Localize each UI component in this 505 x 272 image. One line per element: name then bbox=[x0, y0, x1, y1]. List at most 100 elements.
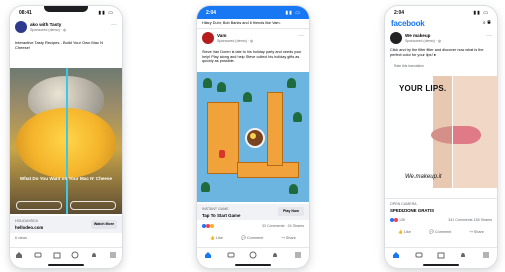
sponsored-label: Sponsored (demo) · ◍ bbox=[217, 39, 254, 43]
facebook-logo[interactable]: facebook bbox=[391, 19, 425, 28]
video-overlay-text: What Do You Want on Your Mac N' Cheese bbox=[19, 176, 113, 181]
post-caption: Click and try the filter filter and disc… bbox=[390, 48, 484, 57]
tree bbox=[203, 78, 212, 88]
cta-bar[interactable]: HOLIDAYBOX hellodeo.com Watch More bbox=[10, 216, 122, 233]
search-icon[interactable]: ⌕ bbox=[483, 20, 486, 26]
phone-vans-ad: 2:04 ▮▮ ▭ Hilary Duhr, Bob Banks and 6 f… bbox=[197, 6, 309, 268]
watch-more-button[interactable]: Watch More bbox=[91, 220, 117, 229]
views-count: 6 views bbox=[15, 236, 27, 240]
groups-icon[interactable] bbox=[71, 251, 79, 259]
more-options-icon[interactable]: ··· bbox=[486, 33, 492, 39]
video-icon[interactable] bbox=[227, 251, 235, 259]
home-indicator bbox=[235, 264, 271, 266]
more-options-icon[interactable]: ··· bbox=[111, 22, 117, 28]
social-context-text: Hilary Duhr, Bob Banks and 6 friends lik… bbox=[202, 21, 281, 25]
home-indicator bbox=[423, 264, 459, 266]
cta-site: HOLIDAYBOX bbox=[15, 219, 39, 223]
share-icon: ↪ bbox=[469, 230, 473, 234]
like-button[interactable]: 👍 Like bbox=[398, 229, 411, 237]
lips-right bbox=[453, 126, 481, 144]
comments-shares[interactable]: 33 Comments · 24 Shares bbox=[262, 224, 304, 228]
phone-tasty-ad: 08:41 ▮▮ ▭ ako with Tasty Sponsored (dem… bbox=[10, 6, 122, 268]
comment-button[interactable]: 💬 Comment bbox=[429, 229, 451, 237]
avatar[interactable] bbox=[390, 32, 402, 44]
comments-shares[interactable]: 341 Comments 155 Shares bbox=[448, 218, 492, 222]
status-bar: 08:41 ▮▮ ▭ bbox=[10, 6, 122, 18]
video-icon[interactable] bbox=[34, 251, 42, 259]
option-right-button[interactable] bbox=[70, 201, 116, 210]
tree bbox=[201, 182, 210, 192]
tree bbox=[289, 184, 298, 194]
home-icon[interactable] bbox=[204, 251, 212, 259]
post-header: Vam Sponsored (demo) · ◍ ··· bbox=[202, 32, 304, 48]
globe-icon: ◍ bbox=[437, 39, 442, 43]
sponsored-label: Sponsored (demo) · ◍ bbox=[30, 28, 67, 32]
cta-bar[interactable]: OPEN CAMERA SPEDIZIONE GRATIS bbox=[385, 198, 497, 215]
page-name[interactable]: Vam bbox=[217, 33, 226, 38]
avatar[interactable] bbox=[15, 21, 27, 33]
marketplace-icon[interactable] bbox=[437, 251, 445, 259]
rate-translation-link[interactable]: Rate this translation bbox=[394, 64, 424, 68]
play-now-button[interactable]: Play Now bbox=[278, 207, 304, 216]
messenger-icon[interactable]: ◉ bbox=[487, 20, 491, 26]
comment-button[interactable]: 💬 Comment bbox=[241, 235, 263, 243]
cta-title: hellodeo.com bbox=[15, 225, 44, 230]
split-divider bbox=[452, 76, 453, 188]
signal-battery-icon: ▮▮ ▭ bbox=[473, 10, 489, 16]
video-icon[interactable] bbox=[415, 251, 423, 259]
tree bbox=[243, 92, 252, 102]
bottom-nav bbox=[10, 247, 122, 262]
phone-notch bbox=[44, 6, 88, 12]
share-button[interactable]: ↪ Share bbox=[470, 229, 484, 237]
bell-icon[interactable] bbox=[459, 251, 467, 259]
tree bbox=[293, 112, 302, 122]
bell-icon[interactable] bbox=[271, 251, 279, 259]
engagement-stats: 33 Comments · 24 Shares bbox=[202, 224, 304, 230]
ad-headline: YOUR LIPS. bbox=[399, 84, 447, 93]
groups-icon[interactable] bbox=[249, 251, 257, 259]
player-character bbox=[219, 150, 225, 158]
cta-site: OPEN CAMERA bbox=[390, 202, 417, 206]
menu-icon[interactable] bbox=[294, 251, 302, 259]
option-buttons bbox=[14, 201, 118, 210]
status-time: 2:04 bbox=[394, 10, 405, 16]
bottom-nav bbox=[197, 247, 309, 262]
more-options-icon[interactable]: ··· bbox=[298, 33, 304, 39]
option-left-button[interactable] bbox=[16, 201, 62, 210]
cta-bar[interactable]: INSTANT GAME Tap To Start Game Play Now bbox=[197, 204, 309, 220]
ad-media[interactable]: YOUR LIPS. We.makeup.it bbox=[385, 70, 497, 196]
phone-wemakeup-ad: 2:04 ▮▮ ▭ facebook ⌕ ◉ We makeup Sponsor… bbox=[385, 6, 497, 268]
marketplace-icon[interactable] bbox=[53, 251, 61, 259]
engagement-stats: 13K 341 Comments 155 Shares bbox=[390, 218, 492, 224]
cta-title: SPEDIZIONE GRATIS bbox=[390, 208, 435, 213]
page-name[interactable]: ako with Tasty bbox=[30, 22, 61, 27]
action-row: 👍 Like 💬 Comment ↪ Share bbox=[389, 229, 493, 237]
post-header: We makeup Sponsored (demo) · ◍ ··· bbox=[390, 32, 492, 48]
like-button[interactable]: 👍 Like bbox=[210, 235, 223, 243]
video-media[interactable]: What Do You Want on Your Mac N' Cheese bbox=[10, 68, 122, 214]
haha-reaction-icon bbox=[210, 224, 214, 229]
home-icon[interactable] bbox=[15, 251, 23, 259]
home-indicator bbox=[48, 264, 84, 266]
action-row: 👍 Like 💬 Comment ↪ Share bbox=[201, 235, 305, 243]
menu-icon[interactable] bbox=[109, 251, 117, 259]
comment-icon: 💬 bbox=[429, 230, 434, 234]
bell-icon[interactable] bbox=[90, 251, 98, 259]
game-media[interactable] bbox=[197, 72, 309, 202]
signal-battery-icon: ▮▮ ▭ bbox=[285, 10, 301, 16]
reactions[interactable]: 13K bbox=[390, 218, 405, 223]
brand-logo: We.makeup.it bbox=[405, 174, 442, 180]
avatar[interactable] bbox=[202, 32, 214, 44]
page-name[interactable]: We makeup bbox=[405, 33, 430, 38]
status-bar: 2:04 ▮▮ ▭ bbox=[385, 6, 497, 18]
home-icon[interactable] bbox=[392, 251, 400, 259]
thumb-icon: 👍 bbox=[210, 236, 215, 240]
cta-site: INSTANT GAME bbox=[202, 207, 229, 211]
share-button[interactable]: ↪ Share bbox=[282, 235, 296, 243]
game-path bbox=[267, 92, 283, 166]
globe-icon: ◍ bbox=[249, 39, 254, 43]
menu-icon[interactable] bbox=[482, 251, 490, 259]
tree bbox=[217, 82, 226, 92]
reactions[interactable] bbox=[202, 224, 214, 229]
post-caption: Interactive Tasty Recipes - Build Your O… bbox=[15, 40, 103, 50]
